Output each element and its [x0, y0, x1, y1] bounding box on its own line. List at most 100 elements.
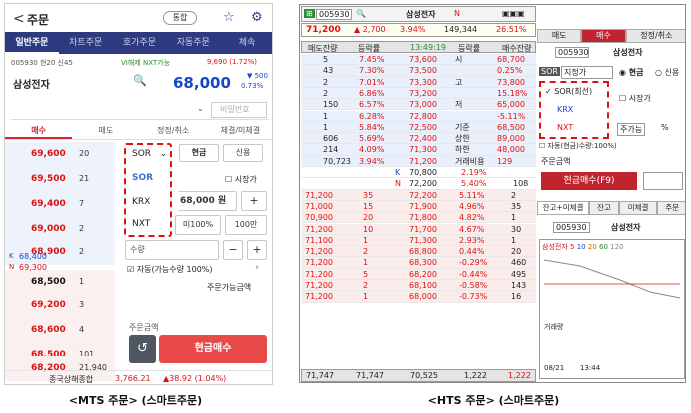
ask-row[interactable]: 1 6.28% 72,800 -5.11%: [301, 110, 536, 122]
ask-right: 129: [497, 156, 513, 166]
bid-row[interactable]: 71,100 1 71,300 2.93% 1: [301, 234, 536, 247]
ask-row[interactable]: 606 5.69% 72,400 상한 89,000: [301, 133, 536, 145]
auto-qty-check[interactable]: ☑ 자동(가능수량 100%): [127, 264, 213, 275]
bid-price: 68,800: [409, 247, 437, 257]
ask-row[interactable]: 2 6.86% 73,200 15.18%: [301, 87, 536, 100]
cash-button[interactable]: 현금: [179, 144, 219, 162]
qty-plus-button[interactable]: +: [247, 240, 267, 260]
tab-auto-order[interactable]: 자동주문: [166, 32, 220, 54]
back-icon[interactable]: <: [13, 11, 25, 27]
bid-row[interactable]: 71,200 35 72,200 5.11% 2: [301, 189, 536, 201]
bid-row[interactable]: 71,200 5 68,200 -0.44% 495: [301, 268, 536, 280]
bid-left: 71,200: [305, 247, 333, 257]
credit-button[interactable]: 신용: [223, 144, 263, 162]
tab-modify[interactable]: 정정/취소: [140, 122, 207, 139]
tab-balance[interactable]: 잔고: [589, 201, 619, 215]
search-icon[interactable]: 🔍: [356, 9, 366, 18]
ask-rate: 3.94%: [359, 156, 385, 166]
tab-modify[interactable]: 정정/취소: [625, 29, 685, 43]
percent-100-button[interactable]: 미100%: [175, 215, 221, 235]
gear-icon[interactable]: ⚙: [251, 10, 263, 25]
ask-note: 하한: [455, 145, 470, 155]
million-100-button[interactable]: 100만: [225, 215, 267, 235]
qty-input[interactable]: 수량: [125, 240, 219, 260]
tab-buy[interactable]: 매수: [581, 29, 626, 43]
stock-name[interactable]: 삼성전자: [13, 76, 50, 91]
credit-radio[interactable]: ○ 신용: [655, 67, 679, 78]
bid-row[interactable]: 71,200 2 68,800 0.44% 20: [301, 246, 536, 258]
route-selected-value: SOR: [132, 149, 152, 159]
price-input[interactable]: 68,000 원: [175, 191, 237, 211]
market-price-check[interactable]: ☐ 시장가: [225, 174, 257, 185]
bid-rate: 5.11%: [459, 190, 485, 200]
tab-sell[interactable]: 매도: [72, 122, 139, 139]
ask-row[interactable]: 2 7.01% 73,300 고 73,800: [301, 76, 536, 88]
tab-open-orders[interactable]: 미체결: [618, 201, 658, 215]
password-field[interactable]: 비밀번호: [211, 102, 267, 118]
bid-row[interactable]: 71,200 2 68,100 -0.58% 143: [301, 280, 536, 292]
order-type-select[interactable]: 지정가: [561, 66, 613, 79]
tab-sell[interactable]: 매도: [537, 29, 582, 43]
tab-executions[interactable]: 체결/미체결: [207, 122, 272, 139]
tab-orders[interactable]: 주문: [657, 201, 685, 215]
cash-buy-button[interactable]: 현금매수(F9): [541, 172, 637, 190]
hoga-row[interactable]: 69,400 7: [5, 192, 115, 217]
hoga-row[interactable]: 68,500 1: [5, 270, 115, 295]
ask-row[interactable]: 43 7.30% 73,500 0.25%: [301, 65, 536, 77]
ask-row[interactable]: 150 6.57% 73,000 저 65,000: [301, 99, 536, 111]
route-option-krx[interactable]: KRX: [132, 197, 150, 207]
hoga-row[interactable]: 69,000 2: [5, 217, 115, 242]
qty-minus-button[interactable]: −: [223, 240, 243, 260]
ask-right: 68,700: [497, 55, 525, 64]
bid-row[interactable]: 71,200 1 68,300 -0.29% 460: [301, 257, 536, 269]
search-icon[interactable]: 🔍: [133, 74, 147, 87]
ask-right: 65,000: [497, 100, 525, 110]
tab-general-order[interactable]: 일반주문: [5, 32, 59, 54]
tab-chart-order[interactable]: 차트주문: [59, 32, 113, 54]
ask-row[interactable]: 1 5.84% 72,500 기준 68,500: [301, 121, 536, 134]
cash-radio[interactable]: ◉ 현금: [619, 67, 644, 78]
route-option-sor[interactable]: SOR: [132, 173, 153, 183]
order-possible-button[interactable]: 주가능: [617, 123, 646, 136]
ask-row[interactable]: 70,723 3.94% 71,200 거래비용 129: [301, 155, 536, 167]
hoga-row[interactable]: 69,600 20: [5, 142, 115, 167]
star-icon[interactable]: ☆: [223, 10, 235, 25]
route-option-krx[interactable]: KRX: [557, 105, 573, 114]
index-change: ▲38.92 (1.04%): [163, 374, 227, 383]
tab-fast[interactable]: 체속: [220, 32, 272, 54]
refresh-button[interactable]: ↺: [129, 335, 156, 363]
mini-code-input[interactable]: 005930: [553, 222, 590, 233]
auto-qty-check[interactable]: ☐ 자동(현금)수량:100%): [539, 141, 617, 151]
header-ask-qty: 매도잔량: [308, 44, 338, 53]
tab-balance-open[interactable]: 잔고+미체결: [537, 201, 590, 215]
market-price-check[interactable]: ☐ 시장가: [619, 93, 651, 104]
bid-row[interactable]: 71,200 10 71,700 4.67% 30: [301, 223, 536, 235]
cash-buy-button[interactable]: 현금매수: [159, 335, 267, 363]
ask-row[interactable]: 5 7.45% 73,600 시 68,700: [301, 54, 536, 66]
integrated-toggle[interactable]: 통합: [163, 11, 197, 25]
chevron-right-icon[interactable]: ›: [255, 262, 259, 273]
order-code-input[interactable]: 005930: [555, 47, 589, 58]
stock-code-input[interactable]: 005930: [316, 9, 352, 20]
extra-field[interactable]: [643, 172, 683, 190]
price-plus-button[interactable]: +: [241, 191, 267, 211]
bid-price: 68,100: [409, 281, 437, 290]
hoga-row[interactable]: 69,500 21: [5, 167, 115, 192]
ma-legend: 삼성전자 5 10 20 60 120: [542, 242, 624, 252]
hoga-row[interactable]: 69,200 3: [5, 293, 115, 318]
toolbar-icons[interactable]: ▣▣▣: [502, 9, 525, 18]
tab-hoga-order[interactable]: 호가주문: [113, 32, 167, 54]
account-select[interactable]: ⌄ 비밀번호: [11, 100, 269, 120]
hoga-row[interactable]: 68,600 4: [5, 318, 115, 343]
ask-row[interactable]: 214 4.09% 71,300 하한 48,000: [301, 144, 536, 156]
bid-row[interactable]: 70,900 20 71,800 4.82% 1: [301, 212, 536, 224]
bid-rate: 4.96%: [459, 201, 485, 211]
route-option-nxt[interactable]: NXT: [132, 219, 150, 229]
route-option-nxt[interactable]: NXT: [557, 123, 573, 132]
bid-row[interactable]: 71,000 15 71,900 4.96% 35: [301, 200, 536, 213]
bid-qty: 1: [511, 235, 517, 245]
route-option-sor[interactable]: ✓ SOR(최선): [545, 86, 592, 97]
tab-buy[interactable]: 매수: [5, 122, 73, 139]
bid-row[interactable]: 71,200 1 68,000 -0.73% 16: [301, 291, 536, 303]
ask-price: 73,500: [409, 66, 437, 76]
